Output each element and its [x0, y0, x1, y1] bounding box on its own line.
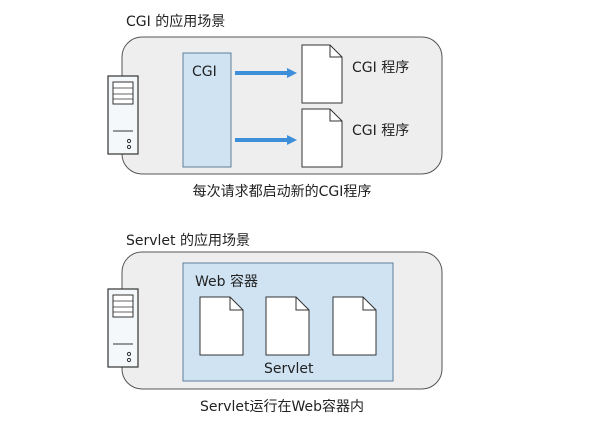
cgi-program-document-icon — [301, 108, 343, 168]
cgi-caption: 每次请求都启动新的CGI程序 — [192, 184, 372, 200]
servlet-document-icon — [199, 296, 244, 356]
servlet-document-icon — [332, 296, 377, 356]
servlet-document-icon — [265, 296, 310, 356]
cgi-program-label: CGI 程序 — [352, 60, 410, 76]
servlet-caption: Servlet运行在Web容器内 — [199, 399, 365, 415]
cgi-panel — [121, 36, 443, 175]
cgi-program-document-icon — [301, 44, 343, 104]
cgi-server-icon — [107, 75, 139, 155]
web-container-label: Web 容器 — [195, 274, 258, 290]
servlet-section-title: Servlet 的应用场景 — [126, 233, 250, 249]
cgi-container-label: CGI — [192, 64, 217, 80]
cgi-program-label: CGI 程序 — [352, 123, 410, 139]
servlet-label: Servlet — [264, 361, 314, 377]
servlet-server-icon — [107, 288, 139, 368]
cgi-section-title: CGI 的应用场景 — [126, 14, 226, 30]
